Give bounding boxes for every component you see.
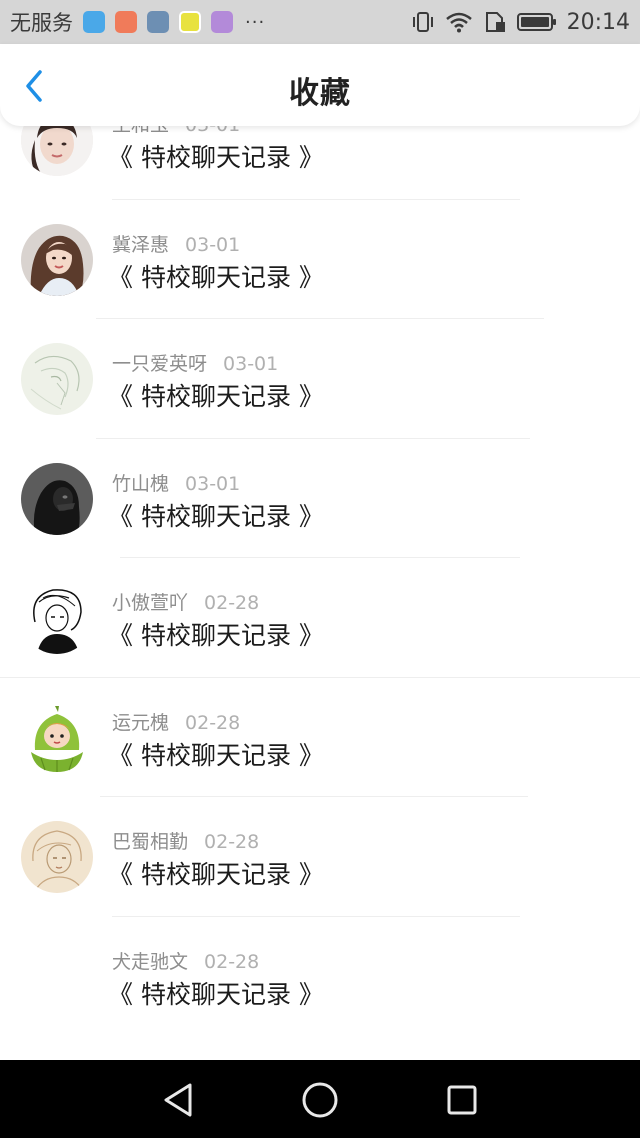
page-title: 收藏 bbox=[289, 76, 351, 111]
list-item[interactable]: 犬走驰文 02-28 《 特校聊天记录 》 bbox=[0, 917, 640, 1037]
favorites-list-inner: 王和玉 03-01 《 特校聊天记录 》 冀泽惠 03-01 bbox=[0, 126, 640, 1036]
square-recents-icon bbox=[447, 1085, 477, 1115]
story-title: 《 特校聊天记录 》 bbox=[108, 979, 324, 1009]
nav-back-button[interactable] bbox=[158, 1080, 198, 1120]
item-date: 02-28 bbox=[204, 592, 260, 614]
gallery-app-icon bbox=[147, 11, 169, 33]
keyboard-app-icon bbox=[211, 11, 233, 33]
item-date: 03-01 bbox=[185, 126, 240, 136]
nav-home-button[interactable] bbox=[300, 1080, 340, 1120]
clock: 20:14 bbox=[566, 9, 630, 35]
avatar[interactable] bbox=[21, 343, 93, 415]
list-item[interactable]: 王和玉 03-01 《 特校聊天记录 》 bbox=[0, 126, 640, 200]
status-left: 无服务 ··· bbox=[10, 7, 265, 37]
video-app-icon bbox=[115, 11, 137, 33]
item-meta: 小傲萱吖 02-28 bbox=[112, 588, 259, 615]
status-right: 20:14 bbox=[411, 10, 630, 35]
user-name: 犬走驰文 bbox=[112, 950, 189, 973]
user-name: 王和玉 bbox=[112, 126, 169, 136]
status-bar: 无服务 ··· 20:14 bbox=[0, 0, 640, 44]
list-item[interactable]: 运元槐 02-28 《 特校聊天记录 》 bbox=[0, 678, 640, 797]
item-date: 02-28 bbox=[185, 711, 241, 734]
avatar[interactable] bbox=[21, 821, 93, 893]
item-date: 03-01 bbox=[185, 233, 241, 256]
item-meta: 竹山槐 03-01 bbox=[112, 469, 240, 496]
navigation-bar bbox=[0, 1060, 640, 1138]
story-title: 《 特校聊天记录 》 bbox=[108, 262, 324, 292]
user-name: 小傲萱吖 bbox=[112, 592, 189, 614]
avatar[interactable] bbox=[21, 126, 93, 176]
story-title: 《 特校聊天记录 》 bbox=[108, 501, 324, 531]
item-meta: 巴蜀相勤 02-28 bbox=[112, 827, 259, 854]
user-name: 一只爱英呀 bbox=[112, 353, 208, 375]
story-title: 《 特校聊天记录 》 bbox=[108, 740, 324, 770]
item-meta: 冀泽惠 03-01 bbox=[112, 230, 240, 257]
item-date: 02-28 bbox=[204, 831, 260, 853]
triangle-back-icon bbox=[164, 1083, 192, 1117]
header: 收藏 bbox=[0, 44, 640, 126]
circle-home-icon bbox=[302, 1082, 338, 1118]
user-name: 巴蜀相勤 bbox=[112, 831, 189, 853]
avatar[interactable] bbox=[21, 582, 93, 654]
user-name: 冀泽惠 bbox=[112, 233, 170, 256]
avatar[interactable] bbox=[21, 701, 93, 774]
item-meta: 一只爱英呀 03-01 bbox=[112, 349, 278, 376]
item-meta: 王和玉 03-01 bbox=[112, 126, 240, 137]
item-meta: 犬走驰文 02-28 bbox=[112, 947, 259, 974]
chat-app-icon bbox=[179, 11, 201, 33]
list-item[interactable]: 小傲萱吖 02-28 《 特校聊天记录 》 bbox=[0, 558, 640, 678]
story-title: 《 特校聊天记录 》 bbox=[108, 143, 324, 172]
carrier-text: 无服务 bbox=[10, 11, 73, 35]
avatar[interactable] bbox=[21, 223, 93, 296]
story-title: 《 特校聊天记录 》 bbox=[108, 621, 324, 650]
list-item[interactable]: 巴蜀相勤 02-28 《 特校聊天记录 》 bbox=[0, 797, 640, 917]
item-date: 02-28 bbox=[204, 950, 260, 973]
avatar[interactable] bbox=[21, 462, 93, 535]
more-notifications-icon: ··· bbox=[245, 11, 266, 33]
story-title: 《 特校聊天记录 》 bbox=[108, 382, 324, 411]
list-item[interactable]: 冀泽惠 03-01 《 特校聊天记录 》 bbox=[0, 200, 640, 319]
item-meta: 运元槐 02-28 bbox=[112, 708, 240, 735]
sim-icon bbox=[483, 11, 507, 33]
story-title: 《 特校聊天记录 》 bbox=[108, 860, 324, 889]
user-name: 运元槐 bbox=[112, 711, 170, 734]
item-date: 03-01 bbox=[223, 353, 279, 375]
health-app-icon bbox=[83, 11, 105, 33]
list-item[interactable]: 竹山槐 03-01 《 特校聊天记录 》 bbox=[0, 439, 640, 558]
battery-icon bbox=[516, 11, 557, 33]
list-item[interactable]: 一只爱英呀 03-01 《 特校聊天记录 》 bbox=[0, 319, 640, 439]
item-date: 03-01 bbox=[185, 472, 241, 495]
nav-recents-button[interactable] bbox=[442, 1080, 482, 1120]
user-name: 竹山槐 bbox=[112, 472, 170, 495]
favorites-list[interactable]: 王和玉 03-01 《 特校聊天记录 》 冀泽惠 03-01 bbox=[0, 126, 640, 1060]
wifi-icon bbox=[445, 11, 473, 33]
vibrate-icon bbox=[411, 11, 435, 33]
